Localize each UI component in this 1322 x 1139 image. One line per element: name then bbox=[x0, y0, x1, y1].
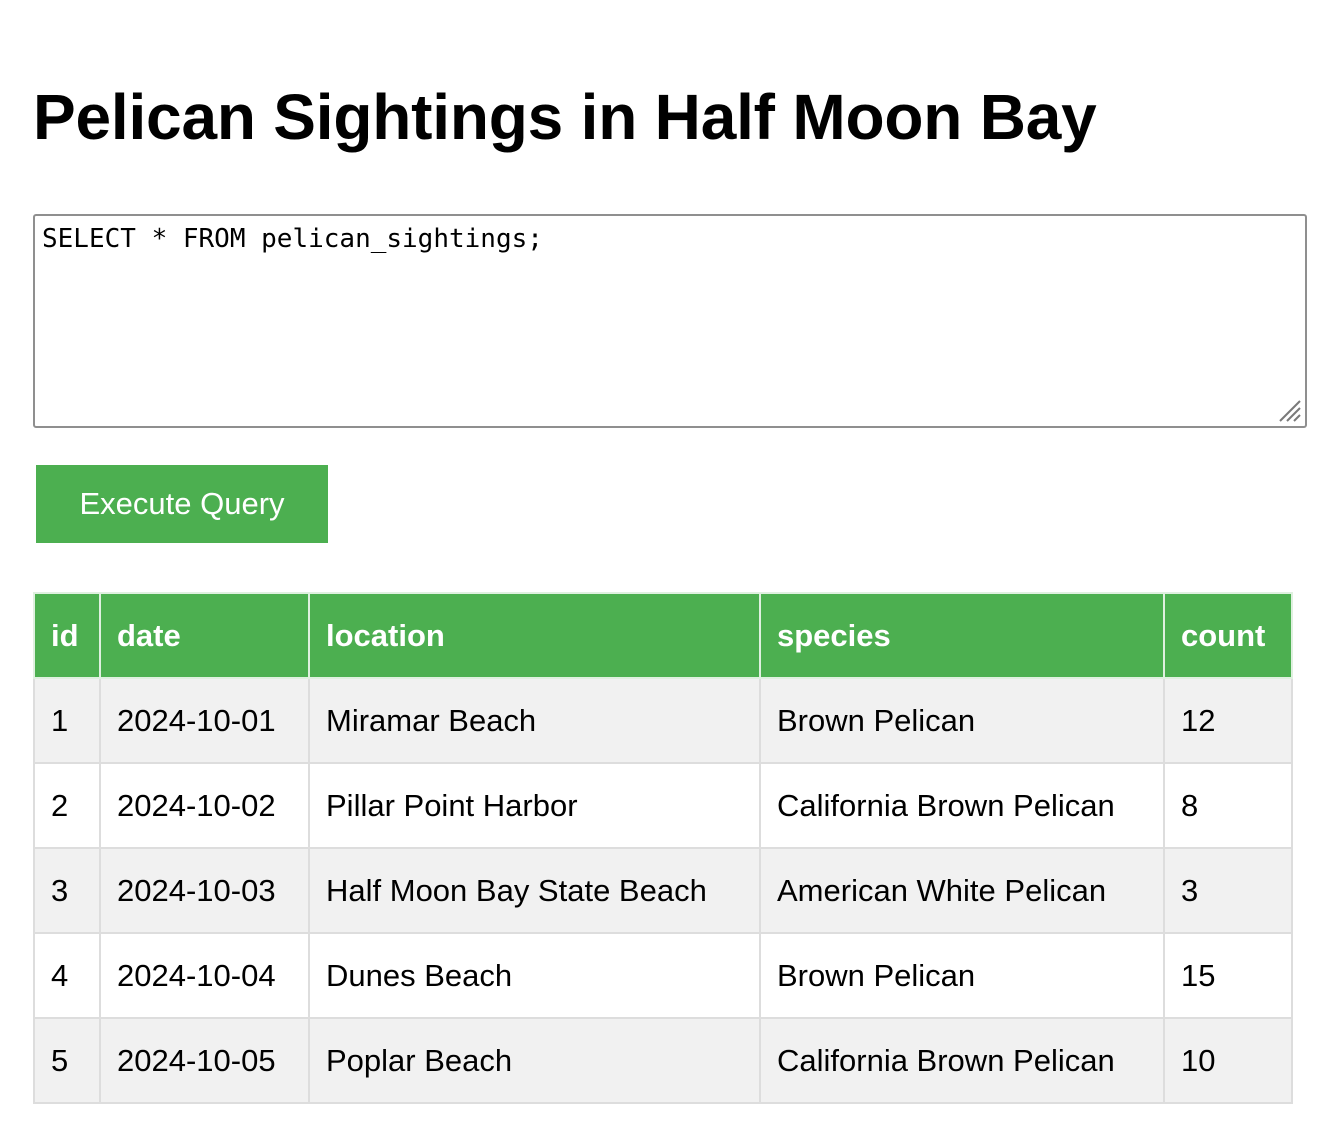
column-header-count: count bbox=[1163, 592, 1293, 679]
cell-id: 2 bbox=[33, 762, 101, 849]
execute-query-button[interactable]: Execute Query bbox=[36, 465, 328, 543]
cell-id: 1 bbox=[33, 677, 101, 764]
cell-species: Brown Pelican bbox=[759, 932, 1165, 1019]
cell-species: American White Pelican bbox=[759, 847, 1165, 934]
table-row: 3 2024-10-03 Half Moon Bay State Beach A… bbox=[33, 847, 1293, 934]
cell-location: Poplar Beach bbox=[308, 1017, 761, 1104]
resize-handle-icon[interactable] bbox=[1276, 397, 1302, 423]
column-header-date: date bbox=[99, 592, 310, 679]
table-row: 5 2024-10-05 Poplar Beach California Bro… bbox=[33, 1017, 1293, 1104]
cell-date: 2024-10-05 bbox=[99, 1017, 310, 1104]
cell-species: California Brown Pelican bbox=[759, 1017, 1165, 1104]
cell-location: Dunes Beach bbox=[308, 932, 761, 1019]
table-header-row: id date location species count bbox=[33, 592, 1293, 679]
column-header-id: id bbox=[33, 592, 101, 679]
cell-date: 2024-10-01 bbox=[99, 677, 310, 764]
page-title: Pelican Sightings in Half Moon Bay bbox=[33, 81, 1097, 153]
cell-count: 8 bbox=[1163, 762, 1293, 849]
results-table: id date location species count 1 2024-10… bbox=[33, 592, 1293, 1104]
cell-date: 2024-10-03 bbox=[99, 847, 310, 934]
cell-location: Miramar Beach bbox=[308, 677, 761, 764]
cell-date: 2024-10-04 bbox=[99, 932, 310, 1019]
sql-query-text[interactable]: SELECT * FROM pelican_sightings; bbox=[42, 223, 543, 255]
cell-species: Brown Pelican bbox=[759, 677, 1165, 764]
table-row: 1 2024-10-01 Miramar Beach Brown Pelican… bbox=[33, 677, 1293, 764]
sql-query-input[interactable]: SELECT * FROM pelican_sightings; bbox=[33, 214, 1307, 428]
cell-count: 10 bbox=[1163, 1017, 1293, 1104]
cell-location: Pillar Point Harbor bbox=[308, 762, 761, 849]
cell-date: 2024-10-02 bbox=[99, 762, 310, 849]
cell-count: 15 bbox=[1163, 932, 1293, 1019]
table-row: 4 2024-10-04 Dunes Beach Brown Pelican 1… bbox=[33, 932, 1293, 1019]
column-header-location: location bbox=[308, 592, 761, 679]
cell-id: 3 bbox=[33, 847, 101, 934]
cell-id: 4 bbox=[33, 932, 101, 1019]
table-row: 2 2024-10-02 Pillar Point Harbor Califor… bbox=[33, 762, 1293, 849]
cell-count: 3 bbox=[1163, 847, 1293, 934]
cell-count: 12 bbox=[1163, 677, 1293, 764]
cell-species: California Brown Pelican bbox=[759, 762, 1165, 849]
column-header-species: species bbox=[759, 592, 1165, 679]
cell-location: Half Moon Bay State Beach bbox=[308, 847, 761, 934]
cell-id: 5 bbox=[33, 1017, 101, 1104]
